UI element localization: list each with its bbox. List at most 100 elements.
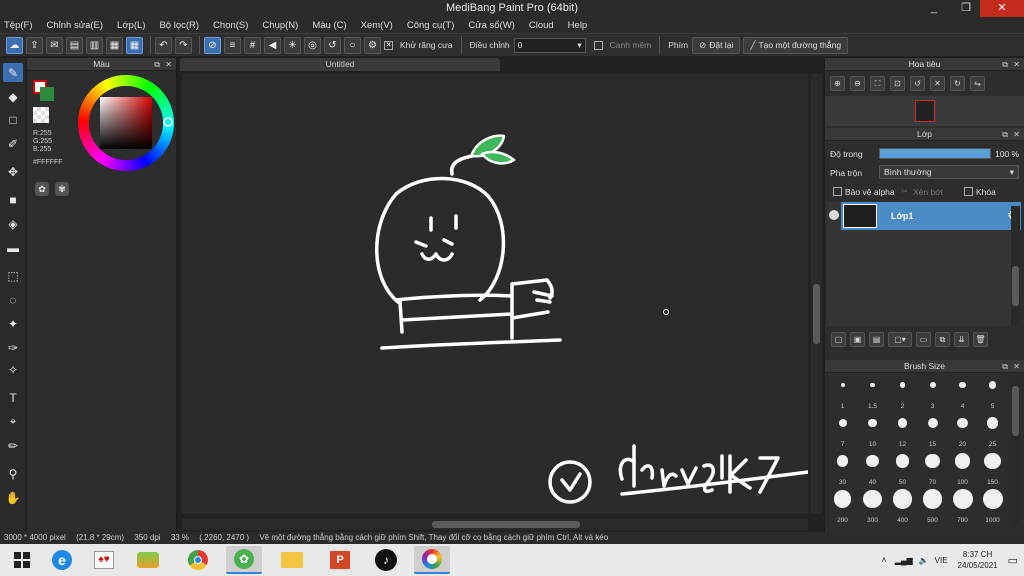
taskbar-medibang[interactable]: [414, 546, 450, 574]
move-tool-icon[interactable]: ✥: [3, 162, 23, 181]
close-icon[interactable]: ✕: [1013, 128, 1020, 141]
zoom-in-icon[interactable]: ⊕: [830, 76, 845, 91]
share-icon[interactable]: ⇪: [26, 36, 43, 54]
brush-size-option[interactable]: 700: [948, 488, 977, 524]
layer-visibility-icon[interactable]: [829, 210, 839, 220]
menu-layer[interactable]: Lớp(L): [117, 20, 145, 31]
taskbar-coccoc[interactable]: ✿: [226, 546, 262, 574]
taskbar-powerpoint[interactable]: P: [322, 546, 358, 574]
clock[interactable]: 8:37 CH 24/05/2021: [958, 549, 998, 571]
rotate-left-icon[interactable]: ↺: [910, 76, 925, 91]
close-icon[interactable]: ✕: [165, 58, 172, 71]
shape-tool-icon[interactable]: ■: [3, 190, 23, 209]
brush-size-option[interactable]: 25: [978, 412, 1007, 448]
operation-tool-icon[interactable]: ⌖: [3, 412, 23, 431]
reset-button[interactable]: ⊘ Đặt lại: [692, 36, 741, 54]
eyedropper-icon[interactable]: ⚲: [3, 464, 23, 483]
layer-scrollbar[interactable]: [1011, 206, 1020, 326]
horizontal-scrollbar[interactable]: [182, 519, 808, 530]
select-rect-icon[interactable]: ⬚: [3, 266, 23, 285]
menu-edit[interactable]: Chỉnh sửa(E): [47, 20, 104, 31]
menu-color[interactable]: Màu (C): [312, 20, 346, 31]
close-icon[interactable]: ✕: [1013, 58, 1020, 71]
brush-scroll-thumb[interactable]: [1012, 386, 1019, 436]
horizontal-scroll-thumb[interactable]: [432, 521, 580, 528]
brush-size-option[interactable]: 500: [918, 488, 947, 524]
layer-row[interactable]: Lớp1 ⚙: [841, 202, 1021, 230]
brush-size-option[interactable]: 40: [858, 450, 887, 486]
background-color-swatch[interactable]: [40, 87, 54, 101]
undo-icon[interactable]: ↶: [155, 36, 172, 54]
menu-help[interactable]: Help: [568, 20, 588, 31]
document-tab[interactable]: Untitled: [180, 58, 500, 71]
taskbar-chrome[interactable]: [180, 546, 216, 574]
grid-icon[interactable]: ▦: [126, 36, 143, 54]
circle-snap-icon[interactable]: ◎: [304, 36, 321, 54]
cloud-icon[interactable]: ☁: [6, 36, 23, 54]
brush-scrollbar[interactable]: [1011, 376, 1020, 526]
taskbar-explorer[interactable]: [274, 546, 310, 574]
panel-icon[interactable]: ▦: [106, 36, 123, 54]
correction-select[interactable]: 0 ▾: [513, 37, 586, 53]
text-tool-icon[interactable]: T: [3, 388, 23, 407]
radial-snap-icon[interactable]: ✳: [284, 36, 301, 54]
notification-icon[interactable]: ▭: [1008, 554, 1018, 567]
menu-filter[interactable]: Bộ lọc(R): [159, 20, 199, 31]
comment-icon[interactable]: ✉: [46, 36, 63, 54]
eraser-tool-icon[interactable]: ◆: [3, 87, 23, 106]
network-icon[interactable]: ▂▄▆: [895, 556, 913, 565]
gradient-tool-icon[interactable]: ▬: [3, 238, 23, 257]
fit-icon[interactable]: ⛶: [870, 76, 885, 91]
speaker-icon[interactable]: 🔈: [919, 556, 929, 565]
zoom-out-icon[interactable]: ⊖: [850, 76, 865, 91]
brush-size-option[interactable]: 10: [858, 412, 887, 448]
merge-layer-icon[interactable]: ⇊: [954, 332, 969, 347]
new-8bit-layer-icon[interactable]: ▤: [869, 332, 884, 347]
brush-size-option[interactable]: 1.5: [858, 374, 887, 410]
brush-size-option[interactable]: 50: [888, 450, 917, 486]
brush-size-option[interactable]: 15: [918, 412, 947, 448]
navigator-preview[interactable]: [825, 96, 1024, 126]
bucket-tool-icon[interactable]: ◈: [3, 214, 23, 233]
taskbar-ie[interactable]: e: [44, 546, 80, 574]
brush-size-option[interactable]: 4: [948, 374, 977, 410]
divide-tool-icon[interactable]: ✏: [3, 436, 23, 455]
lock-checkbox[interactable]: [964, 187, 973, 196]
palette-icon[interactable]: ✿: [35, 182, 49, 196]
chat-icon[interactable]: ▤: [66, 36, 83, 54]
hand-tool-icon[interactable]: ✋: [3, 488, 23, 507]
brush-size-option[interactable]: 30: [828, 450, 857, 486]
blend-select[interactable]: Bình thường ▾: [879, 165, 1019, 179]
select-eraser-icon[interactable]: ✧: [3, 360, 23, 379]
reset-view-icon[interactable]: ✕: [930, 76, 945, 91]
input-language[interactable]: VIE: [935, 556, 948, 565]
lasso-icon[interactable]: ◌: [3, 290, 23, 309]
minimize-button[interactable]: _: [920, 0, 948, 17]
menu-select[interactable]: Chọn(S): [213, 20, 248, 31]
opacity-slider[interactable]: [879, 148, 991, 159]
menu-view[interactable]: Xem(V): [361, 20, 393, 31]
parallel-snap-icon[interactable]: ≡: [224, 36, 241, 54]
brush-size-option[interactable]: 200: [828, 488, 857, 524]
brush-size-option[interactable]: 150: [978, 450, 1007, 486]
start-button[interactable]: [4, 546, 40, 574]
vanish-snap-icon[interactable]: ◀: [264, 36, 281, 54]
taskbar-tiktok[interactable]: ♪: [368, 546, 404, 574]
brush-size-option[interactable]: 2: [888, 374, 917, 410]
brush-size-option[interactable]: 12: [888, 412, 917, 448]
actual-size-icon[interactable]: ⊡: [890, 76, 905, 91]
brush-size-option[interactable]: 3: [918, 374, 947, 410]
redo-icon[interactable]: ↷: [175, 36, 192, 54]
menu-window[interactable]: Cửa sổ(W): [468, 20, 514, 31]
popout-icon[interactable]: ⧉: [154, 58, 160, 71]
antialias-checkbox[interactable]: ✕: [384, 40, 393, 50]
menu-tools[interactable]: Công cụ(T): [407, 20, 455, 31]
menu-cloud[interactable]: Cloud: [529, 20, 554, 31]
brush-size-option[interactable]: 70: [918, 450, 947, 486]
blur-tool-icon[interactable]: ✐: [3, 134, 23, 153]
flip-icon[interactable]: ⇋: [970, 76, 985, 91]
taskbar-solitaire[interactable]: ♠♥: [86, 546, 122, 574]
menu-file[interactable]: Tệp(F): [4, 20, 33, 31]
settings-icon[interactable]: ⚙: [364, 36, 381, 54]
add-layer-menu-icon[interactable]: ▢▾: [888, 332, 912, 347]
